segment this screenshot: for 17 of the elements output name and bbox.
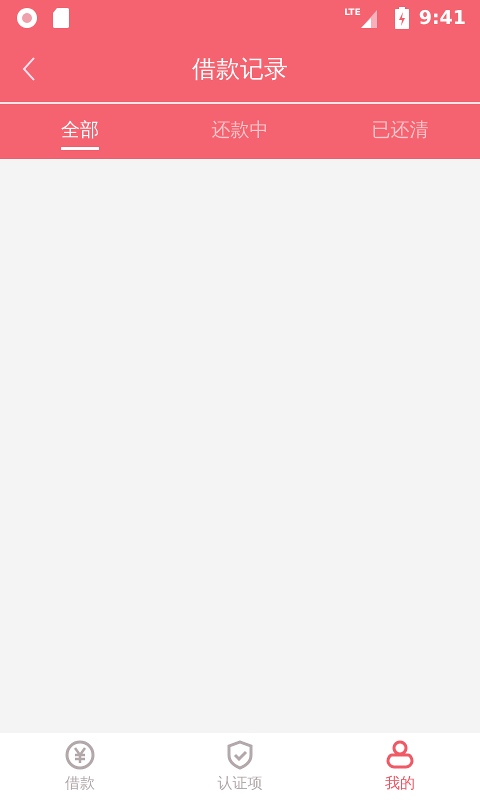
battery-icon bbox=[394, 7, 409, 29]
clock: 9:41 bbox=[418, 7, 466, 29]
network-label: LTE bbox=[344, 8, 361, 18]
nav-item[interactable]: 认证项 bbox=[160, 733, 320, 800]
back-icon[interactable] bbox=[22, 57, 36, 81]
shield-check-icon bbox=[226, 740, 254, 770]
user-icon bbox=[385, 740, 415, 770]
nav-item[interactable]: 我的 bbox=[320, 733, 480, 800]
tab[interactable]: 全部 bbox=[61, 104, 99, 150]
yen-coin-icon bbox=[65, 740, 95, 770]
sd-card-icon bbox=[52, 7, 70, 29]
page-title: 借款记录 bbox=[192, 54, 288, 85]
signal-icon bbox=[360, 8, 377, 28]
tab[interactable]: 还款中 bbox=[212, 104, 268, 150]
nav-item[interactable]: 借款 bbox=[0, 733, 160, 800]
record-icon bbox=[16, 7, 38, 29]
tab[interactable]: 已还清 bbox=[372, 104, 428, 150]
